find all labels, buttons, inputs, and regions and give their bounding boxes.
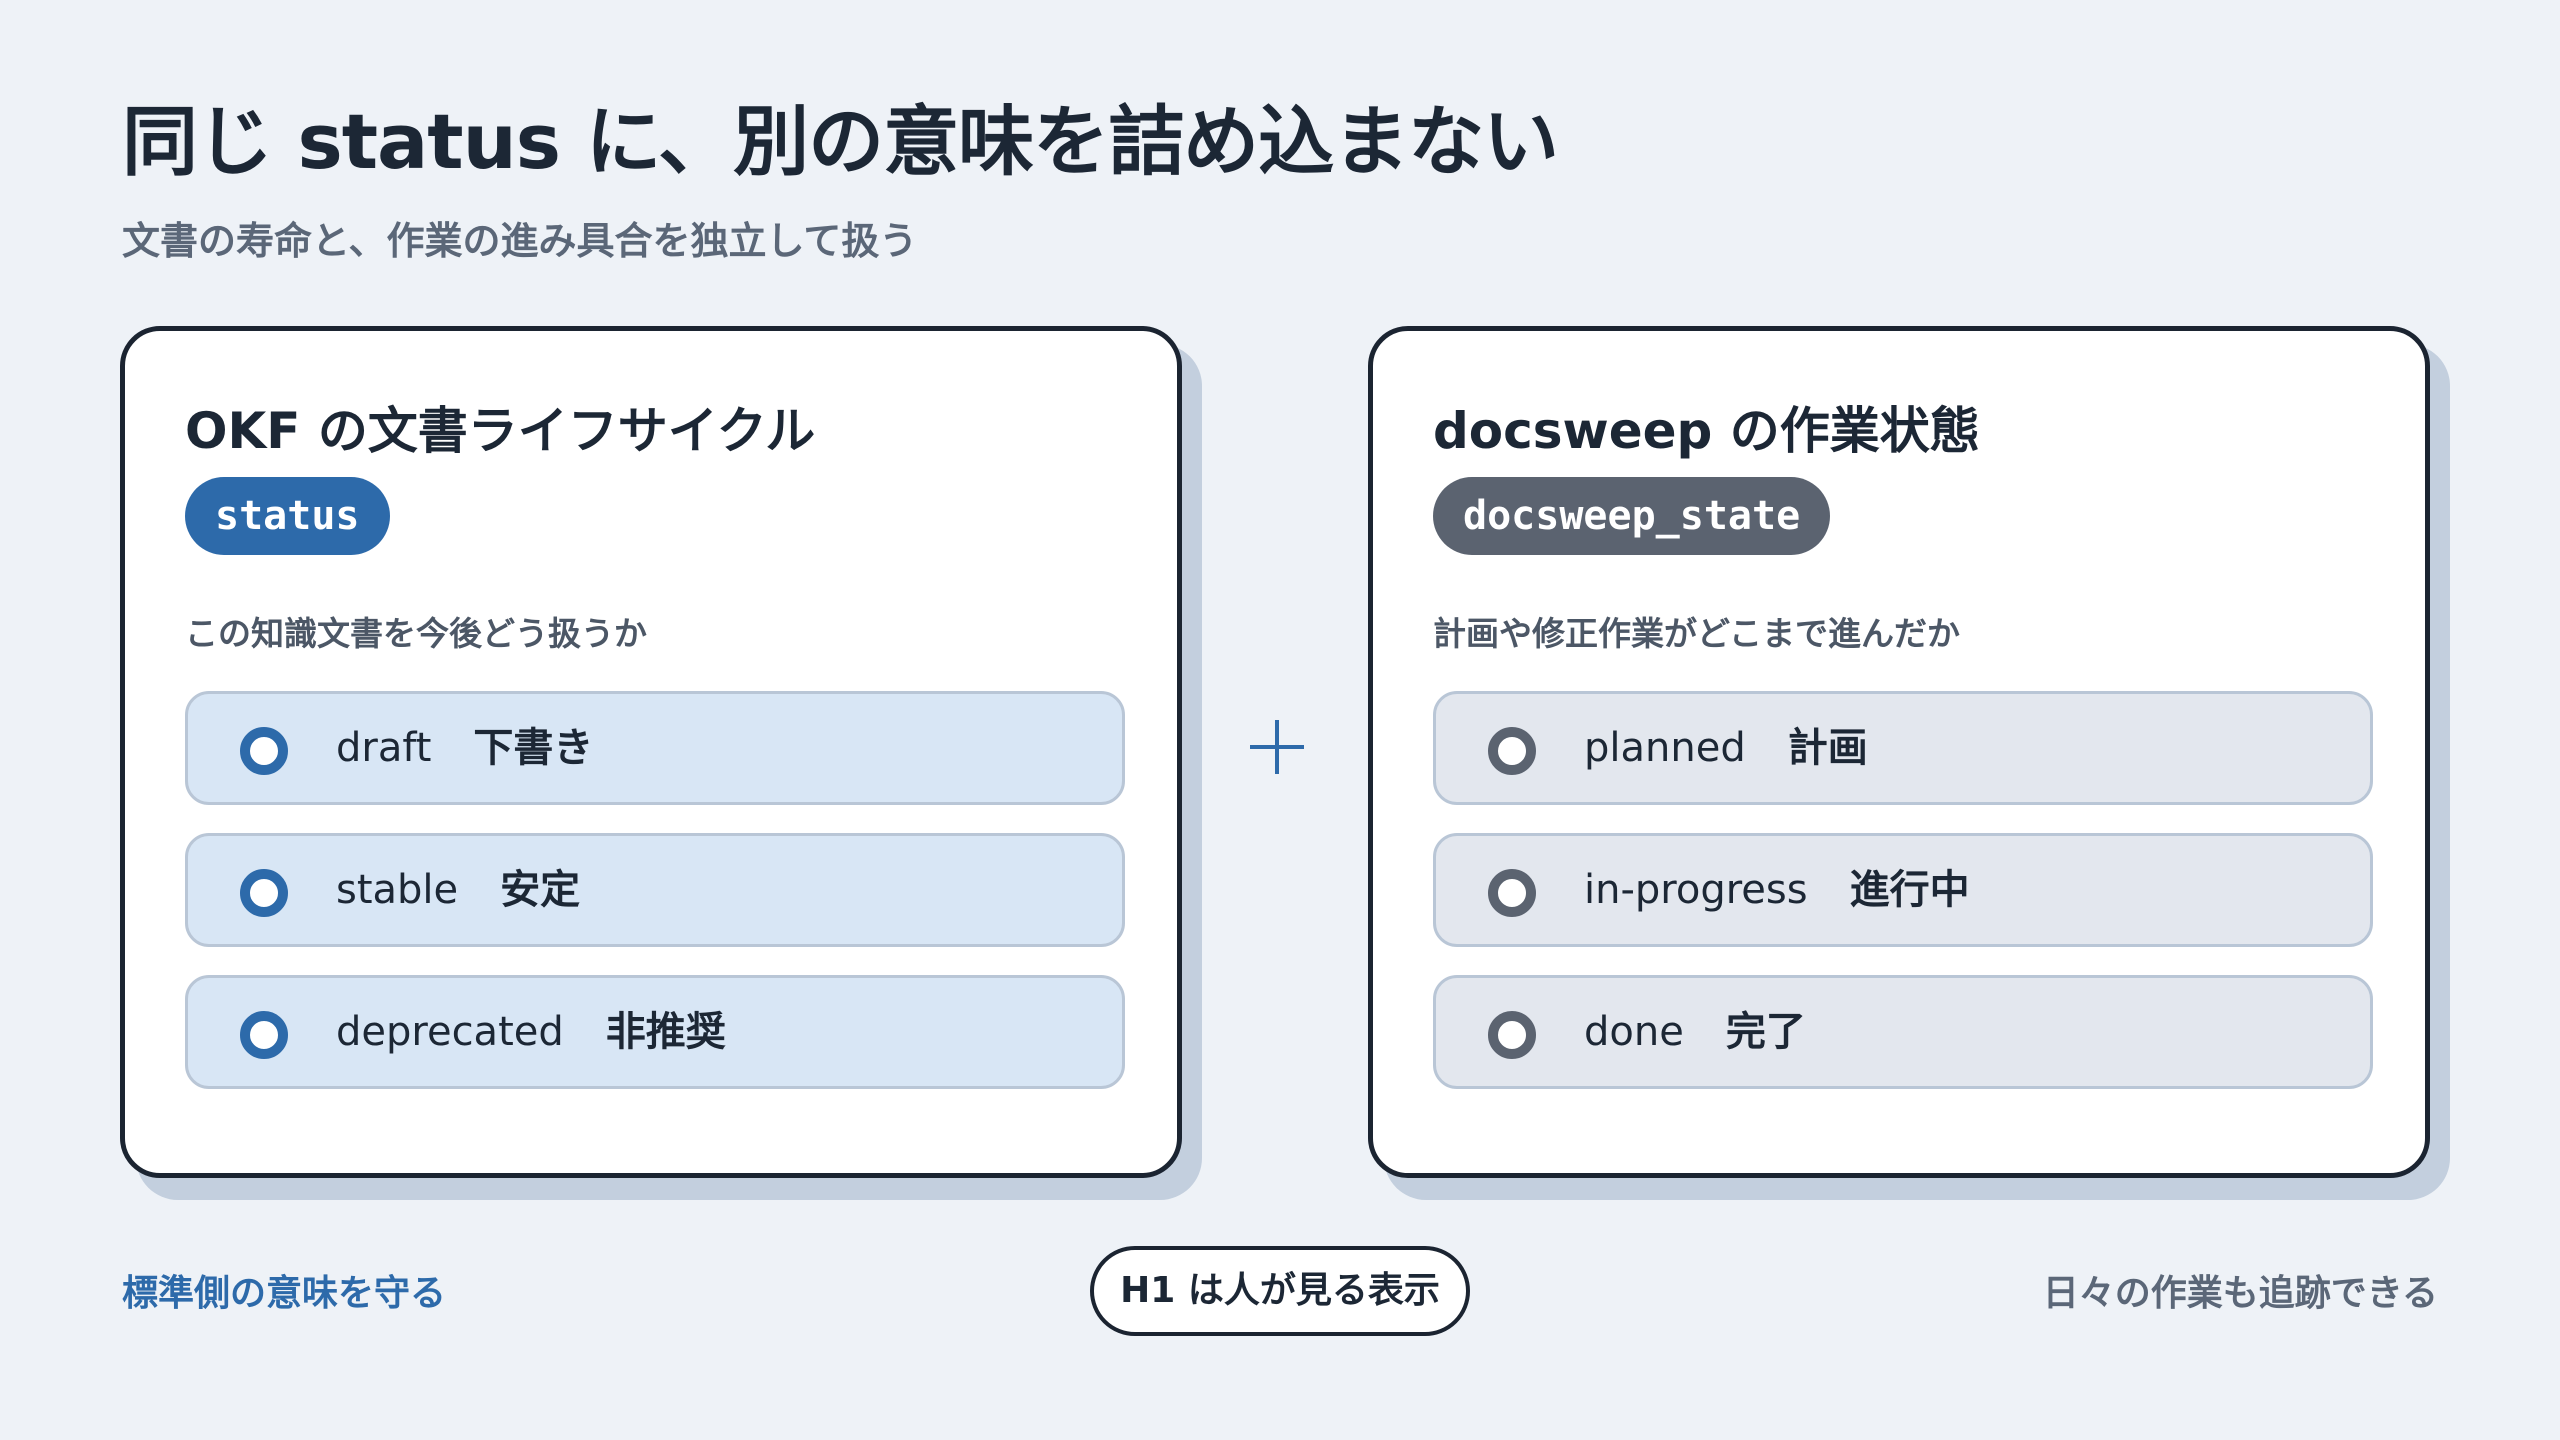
radio-icon: [240, 869, 288, 917]
right-card-title: docsweep の作業状態: [1433, 402, 1980, 460]
left-card-title: OKF の文書ライフサイクル: [185, 402, 816, 460]
option-label: planned 計画: [1584, 725, 1868, 771]
footer-left-note: 標準側の意味を守る: [122, 1273, 447, 1314]
option-draft: draft 下書き: [185, 691, 1125, 805]
radio-icon: [1488, 1011, 1536, 1059]
option-stable: stable 安定: [185, 833, 1125, 947]
right-card-description: 計画や修正作業がどこまで進んだか: [1433, 614, 1961, 653]
radio-icon: [240, 727, 288, 775]
option-label: in-progress 進行中: [1584, 867, 1970, 913]
option-label: done 完了: [1584, 1009, 1806, 1055]
radio-icon: [240, 1011, 288, 1059]
option-label: deprecated 非推奨: [336, 1009, 726, 1055]
left-card: OKF の文書ライフサイクル status この知識文書を今後どう扱うか dra…: [120, 326, 1182, 1178]
option-in-progress: in-progress 進行中: [1433, 833, 2373, 947]
option-label: draft 下書き: [336, 725, 594, 771]
plus-icon: [1250, 720, 1304, 774]
footer-right-note: 日々の作業も追跡できる: [2042, 1273, 2438, 1314]
left-card-field-badge: status: [185, 477, 390, 555]
option-deprecated: deprecated 非推奨: [185, 975, 1125, 1089]
radio-icon: [1488, 869, 1536, 917]
option-label: stable 安定: [336, 867, 581, 913]
option-planned: planned 計画: [1433, 691, 2373, 805]
right-card-field-badge: docsweep_state: [1433, 477, 1831, 555]
right-card: docsweep の作業状態 docsweep_state 計画や修正作業がどこ…: [1368, 326, 2430, 1178]
left-card-description: この知識文書を今後どう扱うか: [185, 614, 647, 653]
radio-icon: [1488, 727, 1536, 775]
page-subtitle: 文書の寿命と、作業の進み具合を独立して扱う: [122, 219, 918, 263]
page-title: 同じ status に、別の意味を詰め込まない: [122, 97, 1559, 186]
option-done: done 完了: [1433, 975, 2373, 1089]
footer-center-badge: H1 は人が見る表示: [1090, 1246, 1470, 1336]
